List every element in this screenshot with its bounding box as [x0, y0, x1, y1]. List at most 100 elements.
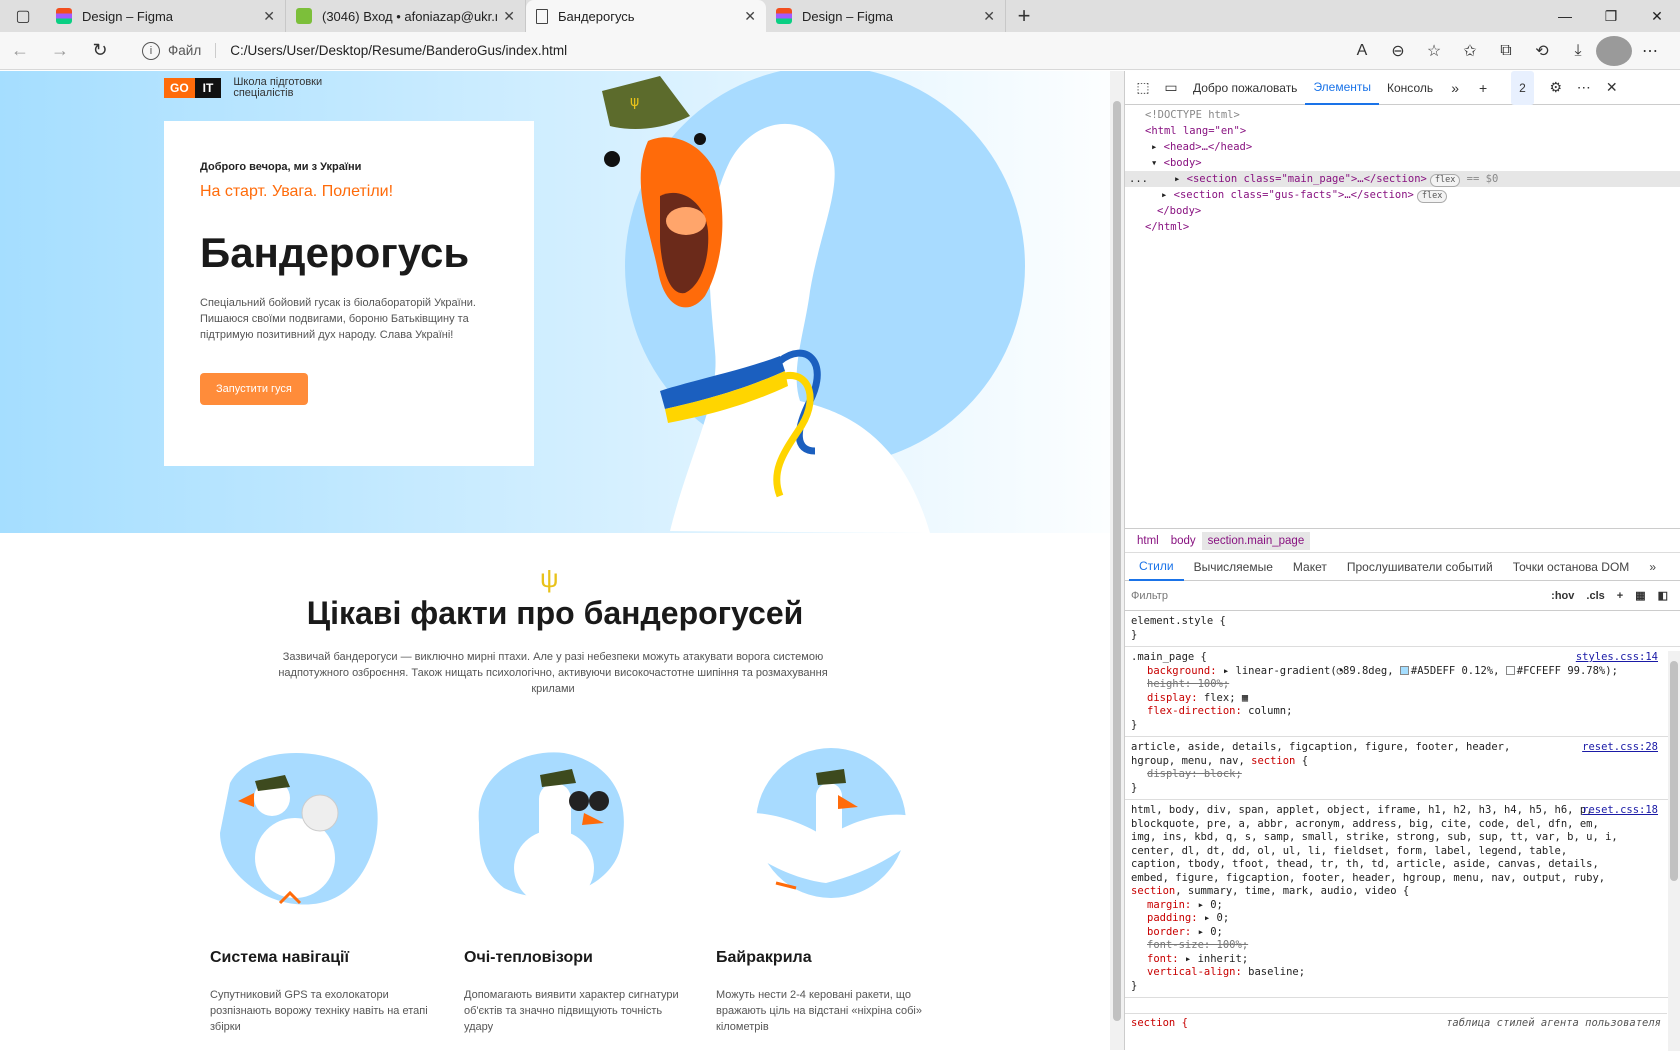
- dom-node[interactable]: ▾ <body>: [1125, 155, 1680, 171]
- more-icon[interactable]: ⋯: [1632, 36, 1668, 66]
- cls-button[interactable]: .cls: [1580, 590, 1610, 602]
- rule-element-style[interactable]: element.style { }: [1125, 611, 1680, 647]
- fact-text: Можуть нести 2-4 керовані ракети, що вра…: [716, 989, 922, 1033]
- close-icon[interactable]: ✕: [1598, 71, 1626, 105]
- source-link[interactable]: reset.css:28: [1582, 741, 1658, 755]
- add-favorite-icon[interactable]: ☆: [1416, 36, 1452, 66]
- more-tabs-icon[interactable]: »: [1441, 71, 1469, 105]
- source-link[interactable]: reset.css:18: [1582, 804, 1658, 818]
- profile-avatar[interactable]: [1596, 35, 1632, 66]
- prop-vertical-align[interactable]: vertical-align: baseline;: [1131, 966, 1658, 980]
- color-swatch[interactable]: [1399, 665, 1409, 675]
- reload-button[interactable]: ↻: [80, 32, 120, 70]
- prop-margin[interactable]: margin: ▸ 0;: [1131, 899, 1658, 913]
- tab-computed[interactable]: Вычисляемые: [1184, 553, 1283, 581]
- close-icon[interactable]: ✕: [983, 8, 995, 25]
- dom-node[interactable]: <!DOCTYPE html>: [1125, 107, 1680, 123]
- prop-padding[interactable]: padding: ▸ 0;: [1131, 912, 1658, 926]
- breadcrumb-html[interactable]: html: [1131, 532, 1165, 550]
- inspect-icon[interactable]: ⬚: [1129, 71, 1157, 105]
- tab-elements[interactable]: Элементы: [1305, 71, 1380, 105]
- download-icon[interactable]: ⤓: [1560, 36, 1596, 66]
- tab-dom-breakpoints[interactable]: Точки останова DOM: [1503, 553, 1640, 581]
- prop-border[interactable]: border: ▸ 0;: [1131, 926, 1658, 940]
- issues-badge: 2: [1511, 70, 1534, 105]
- tab-banderogus[interactable]: Бандерогусь ✕: [526, 0, 766, 32]
- dom-node[interactable]: ▸ <head>…</head>: [1125, 139, 1680, 155]
- hov-button[interactable]: :hov: [1545, 590, 1580, 602]
- zoom-icon[interactable]: ⊖: [1380, 36, 1416, 66]
- sidebar-toggle-icon[interactable]: ◧: [1652, 589, 1674, 602]
- prop-font-size[interactable]: font-size: 100%;: [1131, 939, 1658, 953]
- rule-main-page[interactable]: styles.css:14 .main_page { background: ▸…: [1125, 647, 1680, 737]
- prop-display-block[interactable]: display: block;: [1131, 768, 1658, 782]
- tab-styles[interactable]: Стили: [1129, 553, 1184, 581]
- gear-icon[interactable]: ⚙: [1542, 71, 1570, 105]
- history-icon[interactable]: ⟲: [1524, 36, 1560, 66]
- device-toggle-icon[interactable]: ▭: [1157, 71, 1185, 105]
- tab-layout[interactable]: Макет: [1283, 553, 1337, 581]
- dom-node[interactable]: <html lang="en">: [1125, 123, 1680, 139]
- address-input[interactable]: i Файл C:/Users/User/Desktop/Resume/Band…: [130, 36, 1290, 66]
- rule-reset-all[interactable]: reset.css:18 html, body, div, span, appl…: [1125, 800, 1680, 998]
- back-button[interactable]: ←: [0, 32, 40, 70]
- styles-scrollbar[interactable]: [1668, 651, 1680, 1051]
- prop-font[interactable]: font: ▸ inherit;: [1131, 953, 1658, 967]
- flex-badge[interactable]: flex: [1416, 190, 1448, 203]
- tab-console[interactable]: Консоль: [1379, 71, 1441, 105]
- prop-height[interactable]: height: 100%;: [1131, 678, 1658, 692]
- breadcrumb-section[interactable]: section.main_page: [1201, 531, 1311, 550]
- minimize-button[interactable]: —: [1542, 0, 1588, 32]
- close-window-button[interactable]: ✕: [1634, 0, 1680, 32]
- more-tabs-icon[interactable]: »: [1639, 553, 1666, 581]
- close-icon[interactable]: ✕: [263, 8, 275, 25]
- figma-icon: [56, 8, 72, 24]
- tab-figma-1[interactable]: Design – Figma ✕: [46, 0, 286, 32]
- new-rule-icon[interactable]: +: [1611, 590, 1629, 602]
- paint-icon[interactable]: ▦: [1629, 589, 1651, 602]
- scrollbar-thumb[interactable]: [1670, 661, 1678, 881]
- flex-editor-icon[interactable]: ▦: [1242, 692, 1248, 704]
- breadcrumb-body[interactable]: body: [1165, 532, 1202, 550]
- prop-flex-direction[interactable]: flex-direction: column;: [1131, 705, 1658, 719]
- forward-button[interactable]: →: [40, 32, 80, 70]
- prop-background[interactable]: background: ▸ linear-gradient(◔89.8deg, …: [1131, 665, 1658, 679]
- tab-mail[interactable]: (3046) Вход • afoniazap@ukr.net ✕: [286, 0, 526, 32]
- dom-node-selected[interactable]: ... ▸ <section class="main_page">…</secti…: [1125, 171, 1680, 187]
- restore-button[interactable]: ❐: [1588, 0, 1634, 32]
- dom-node[interactable]: ▸ <section class="gus-facts">…</section>…: [1125, 187, 1680, 203]
- launch-goose-button[interactable]: Запустити гуся: [200, 373, 308, 405]
- fact-card-navigation: Система навігації Супутниковий GPS та ех…: [210, 743, 440, 1035]
- tab-actions-button[interactable]: ▢: [0, 0, 46, 32]
- color-swatch[interactable]: [1505, 665, 1515, 675]
- facts-title: Цікаві факти про бандерогусей: [306, 595, 804, 631]
- info-icon[interactable]: i: [142, 41, 160, 60]
- flex-badge[interactable]: flex: [1429, 174, 1461, 187]
- prop-display[interactable]: display: flex; ▦: [1131, 692, 1658, 706]
- breadcrumb: html body section.main_page: [1125, 529, 1680, 553]
- tab-event-listeners[interactable]: Прослушиватели событий: [1337, 553, 1503, 581]
- styles-pane: element.style { } styles.css:14 .main_pa…: [1125, 611, 1680, 1031]
- rule-user-agent[interactable]: section { таблица стилей агента пользова…: [1125, 1013, 1667, 1031]
- page-scrollbar[interactable]: [1110, 71, 1124, 1050]
- close-icon[interactable]: ✕: [744, 8, 756, 25]
- scheme-label: Файл: [168, 43, 217, 58]
- collections-icon[interactable]: ⧉: [1488, 36, 1524, 66]
- tab-welcome[interactable]: Добро пожаловать: [1185, 71, 1305, 105]
- read-aloud-icon[interactable]: A: [1344, 36, 1380, 66]
- new-tab-button[interactable]: +: [1006, 0, 1042, 32]
- add-tab-icon[interactable]: +: [1469, 71, 1497, 105]
- issues-button[interactable]: 2: [1497, 70, 1542, 105]
- favorites-icon[interactable]: ✩: [1452, 36, 1488, 66]
- source-link[interactable]: styles.css:14: [1576, 651, 1658, 665]
- goit-logo[interactable]: GO IT Школа підготовки спеціалістів: [164, 77, 343, 99]
- fact-card-bayrakryla: Байракрила Можуть нести 2-4 керовані рак…: [716, 743, 946, 1035]
- scrollbar-thumb[interactable]: [1113, 101, 1121, 1021]
- more-icon[interactable]: ⋯: [1570, 71, 1598, 105]
- close-icon[interactable]: ✕: [503, 8, 515, 25]
- filter-input[interactable]: Фильтр: [1131, 590, 1545, 602]
- rule-reset-block[interactable]: reset.css:28 article, aside, details, fi…: [1125, 737, 1680, 800]
- dom-node[interactable]: </body>: [1125, 203, 1680, 219]
- dom-node[interactable]: </html>: [1125, 219, 1680, 235]
- tab-figma-2[interactable]: Design – Figma ✕: [766, 0, 1006, 32]
